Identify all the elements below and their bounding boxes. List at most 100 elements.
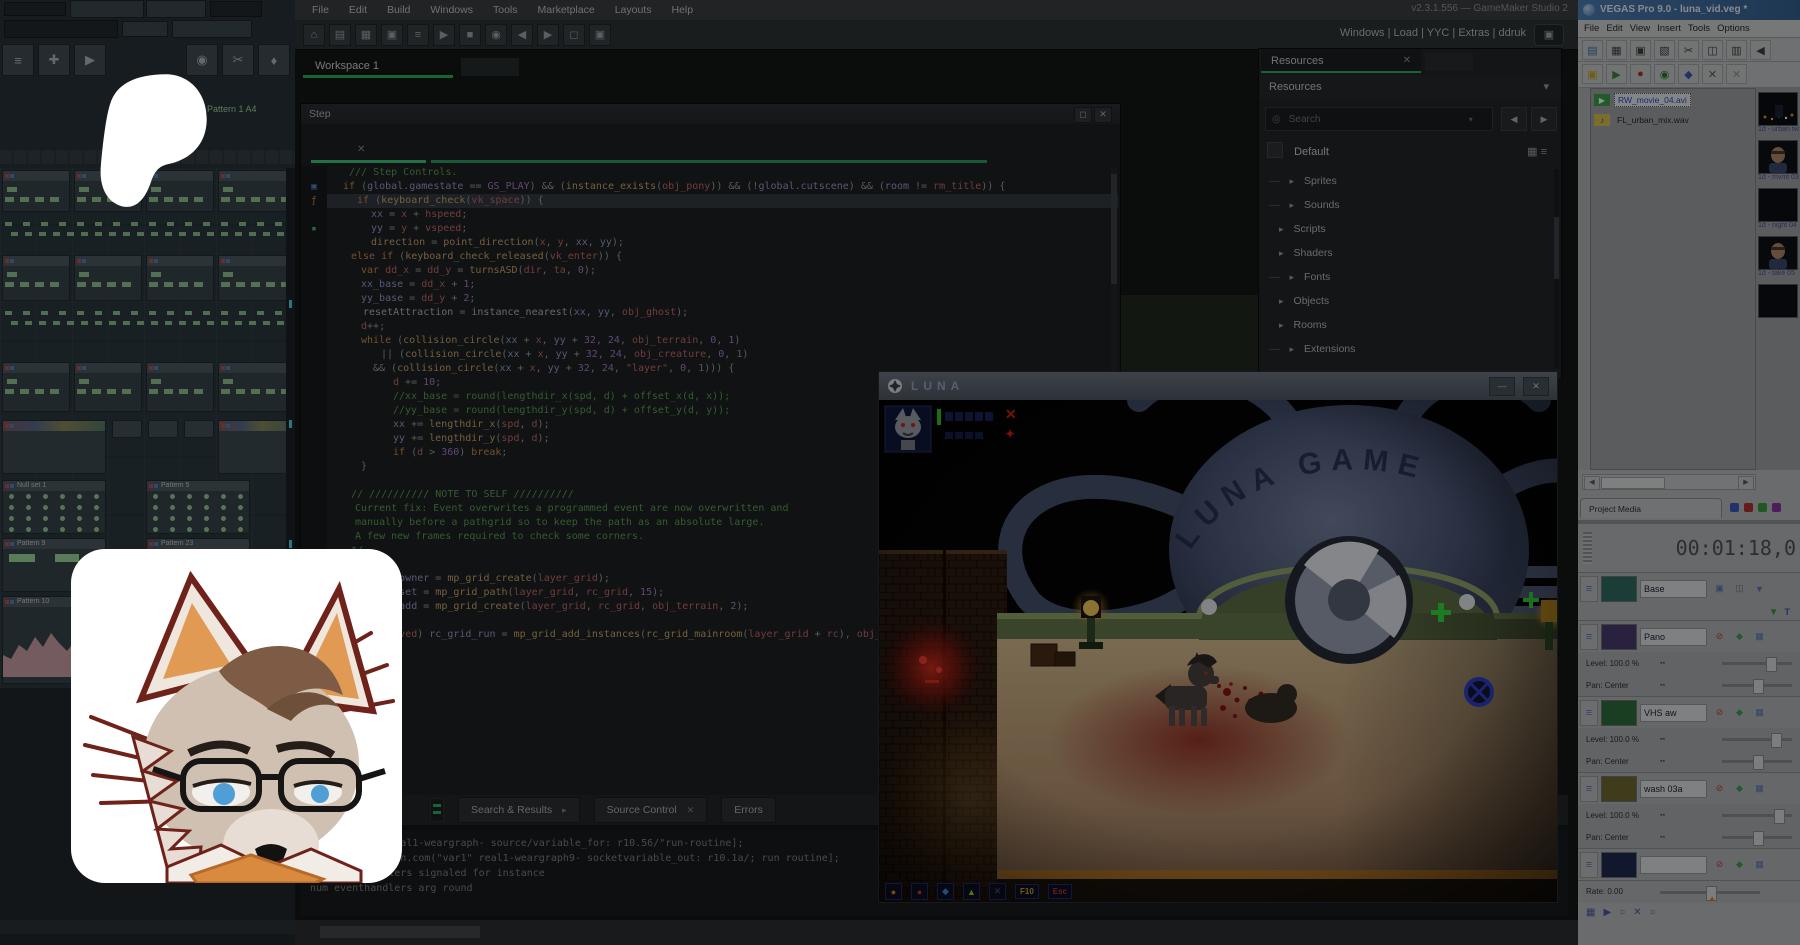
- track-grip-icon[interactable]: ≡: [1580, 624, 1598, 650]
- timecode-display[interactable]: 00:01:18,0: [1676, 536, 1796, 560]
- remove-icon[interactable]: ✕: [1702, 64, 1723, 84]
- automation-icons[interactable]: ▪▪: [1660, 660, 1688, 667]
- pattern-clip[interactable]: [2, 255, 70, 301]
- menu-item-edit[interactable]: Edit: [1606, 23, 1622, 34]
- pattern-clip[interactable]: [2, 170, 70, 212]
- track-auto-button[interactable]: ◫: [1732, 581, 1747, 596]
- solo-button[interactable]: ◆: [1732, 629, 1747, 644]
- tree-item-scripts[interactable]: ▸Scripts: [1259, 217, 1549, 241]
- game-viewport[interactable]: LUNA GAME: [879, 400, 1557, 902]
- bus-route-icon[interactable]: ▼: [1769, 607, 1779, 618]
- orb-red-icon[interactable]: ●: [911, 883, 928, 900]
- media-item[interactable]: ♪FL_urban_mix.wav: [1591, 109, 1755, 129]
- close-button[interactable]: ✕: [1523, 377, 1549, 396]
- automation-icons[interactable]: ▪▪: [1660, 682, 1688, 689]
- paste-icon[interactable]: ▥: [1726, 40, 1747, 60]
- track-name-field[interactable]: Base: [1640, 580, 1707, 598]
- pattern-clip[interactable]: Null set 1: [2, 480, 106, 534]
- track-grip-icon[interactable]: ≡: [1580, 776, 1598, 802]
- slice-icon[interactable]: ✂: [222, 44, 254, 76]
- resources-header[interactable]: Resources ▾: [1259, 75, 1561, 99]
- video-thumbnail[interactable]: [1758, 92, 1798, 126]
- minimize-button[interactable]: —: [1489, 377, 1515, 396]
- dock-icon-purple[interactable]: [1772, 503, 1781, 512]
- menu-item-layouts[interactable]: Layouts: [606, 2, 661, 18]
- status-icon[interactable]: ▶: [1603, 907, 1611, 918]
- dock-icon-blue[interactable]: [1730, 503, 1739, 512]
- video-thumbnail[interactable]: [1758, 284, 1798, 318]
- tree-item-sounds[interactable]: —▸Sounds: [1259, 193, 1549, 217]
- menu-item-tools[interactable]: Tools: [484, 2, 527, 18]
- tree-item-shaders[interactable]: ▸Shaders: [1259, 241, 1549, 265]
- tab-resources-ghost[interactable]: [1425, 53, 1473, 71]
- track-fx-button[interactable]: ▦: [1752, 705, 1767, 720]
- slider[interactable]: [1722, 814, 1792, 817]
- video-thumbnail[interactable]: [1758, 236, 1798, 270]
- track-name-field[interactable]: VHS aw: [1640, 704, 1707, 722]
- menu-item-file[interactable]: File: [303, 2, 338, 18]
- slider[interactable]: [1722, 662, 1792, 665]
- code-scrollbar-thumb[interactable]: [1111, 174, 1117, 284]
- tab-source-control[interactable]: Source Control✕: [594, 797, 708, 823]
- orb-orange-icon[interactable]: ●: [885, 883, 902, 900]
- resources-scrollbar-thumb[interactable]: [1554, 217, 1559, 279]
- scroll-right-icon[interactable]: ▶: [1738, 476, 1754, 490]
- game-titlebar[interactable]: LUNA — ✕: [879, 372, 1557, 400]
- status-icon[interactable]: ✕: [1633, 907, 1641, 918]
- chevron-right-icon[interactable]: ▸: [1290, 272, 1295, 282]
- tree-item-rooms[interactable]: ▸Rooms: [1259, 313, 1549, 337]
- chevron-right-icon[interactable]: ▸: [1290, 200, 1295, 210]
- chevron-right-icon[interactable]: ▸: [1279, 224, 1284, 234]
- chevron-right-icon[interactable]: ▸: [1279, 248, 1284, 258]
- code-window-titlebar[interactable]: Step ◻ ✕: [301, 104, 1120, 124]
- menu-item-build[interactable]: Build: [378, 2, 419, 18]
- mute-button[interactable]: ⊘: [1712, 705, 1727, 720]
- tree-item-sprites[interactable]: —▸Sprites: [1259, 169, 1549, 193]
- track-header[interactable]: ≡Pano⊘◆▦: [1578, 620, 1800, 652]
- pattern-clip[interactable]: [2, 362, 70, 412]
- stop-icon[interactable]: ■: [459, 24, 481, 46]
- media-bins-icon[interactable]: ◆: [1678, 64, 1699, 84]
- slider-thumb[interactable]: [1766, 657, 1777, 672]
- track-header[interactable]: ≡VHS aw⊘◆▦: [1578, 696, 1800, 728]
- run-icon[interactable]: ▶: [433, 24, 455, 46]
- import-media-icon[interactable]: ▶: [1606, 64, 1627, 84]
- media-hscrollbar-thumb[interactable]: [1601, 477, 1665, 489]
- output-collapse-icon[interactable]: [430, 798, 444, 822]
- slider-thumb[interactable]: [1771, 733, 1782, 748]
- tri-green-icon[interactable]: ▲: [963, 883, 980, 900]
- output-tab-icon[interactable]: ✕: [687, 805, 695, 816]
- pattern-clip[interactable]: [184, 420, 214, 438]
- text-gen-icon[interactable]: T: [1785, 607, 1791, 617]
- tab-resources[interactable]: Resources ✕: [1261, 49, 1421, 73]
- output-tab-icon[interactable]: ▸: [562, 805, 567, 816]
- tree-item-extensions[interactable]: —▸Extensions: [1259, 337, 1549, 361]
- vegas-titlebar[interactable]: VEGAS Pro 9.0 - luna_vid.veg *: [1578, 0, 1800, 20]
- tab-workspace[interactable]: Workspace 1: [303, 54, 453, 78]
- gem-blue-icon[interactable]: ◆: [937, 883, 954, 900]
- status-icon[interactable]: ▦: [1586, 907, 1595, 918]
- remove-all-icon[interactable]: ✕: [1726, 64, 1747, 84]
- slider[interactable]: [1722, 738, 1792, 741]
- pattern-clip[interactable]: [2, 420, 106, 474]
- debug-icon[interactable]: ≡: [407, 24, 429, 46]
- track-fx-button[interactable]: ▦: [1752, 781, 1767, 796]
- open-icon[interactable]: ▦: [1606, 40, 1627, 60]
- resource-search-box[interactable]: ◎ ▾: [1265, 107, 1493, 131]
- tab-workspace-ghost[interactable]: [461, 58, 519, 76]
- video-thumbnail[interactable]: [1758, 188, 1798, 222]
- status-icon[interactable]: ○: [1619, 907, 1625, 918]
- search-next-button[interactable]: ▶: [1531, 107, 1557, 131]
- menu-item-marketplace[interactable]: Marketplace: [529, 2, 604, 18]
- drag-grip[interactable]: [1583, 532, 1592, 564]
- solo-button[interactable]: ◆: [1732, 857, 1747, 872]
- clean-icon[interactable]: ◉: [485, 24, 507, 46]
- home-icon[interactable]: ⌂: [303, 24, 325, 46]
- chevron-right-icon[interactable]: ▸: [1279, 320, 1284, 330]
- project-root-row[interactable]: Default ▦ ≡: [1259, 141, 1561, 163]
- tree-item-objects[interactable]: ▸Objects: [1259, 289, 1549, 313]
- view-options-icon[interactable]: ▦ ≡: [1527, 141, 1547, 163]
- code-tab-close-icon[interactable]: ✕: [357, 144, 365, 155]
- track-arm-button[interactable]: ▼: [1752, 581, 1767, 596]
- track-grip-icon[interactable]: ≡: [1580, 576, 1598, 602]
